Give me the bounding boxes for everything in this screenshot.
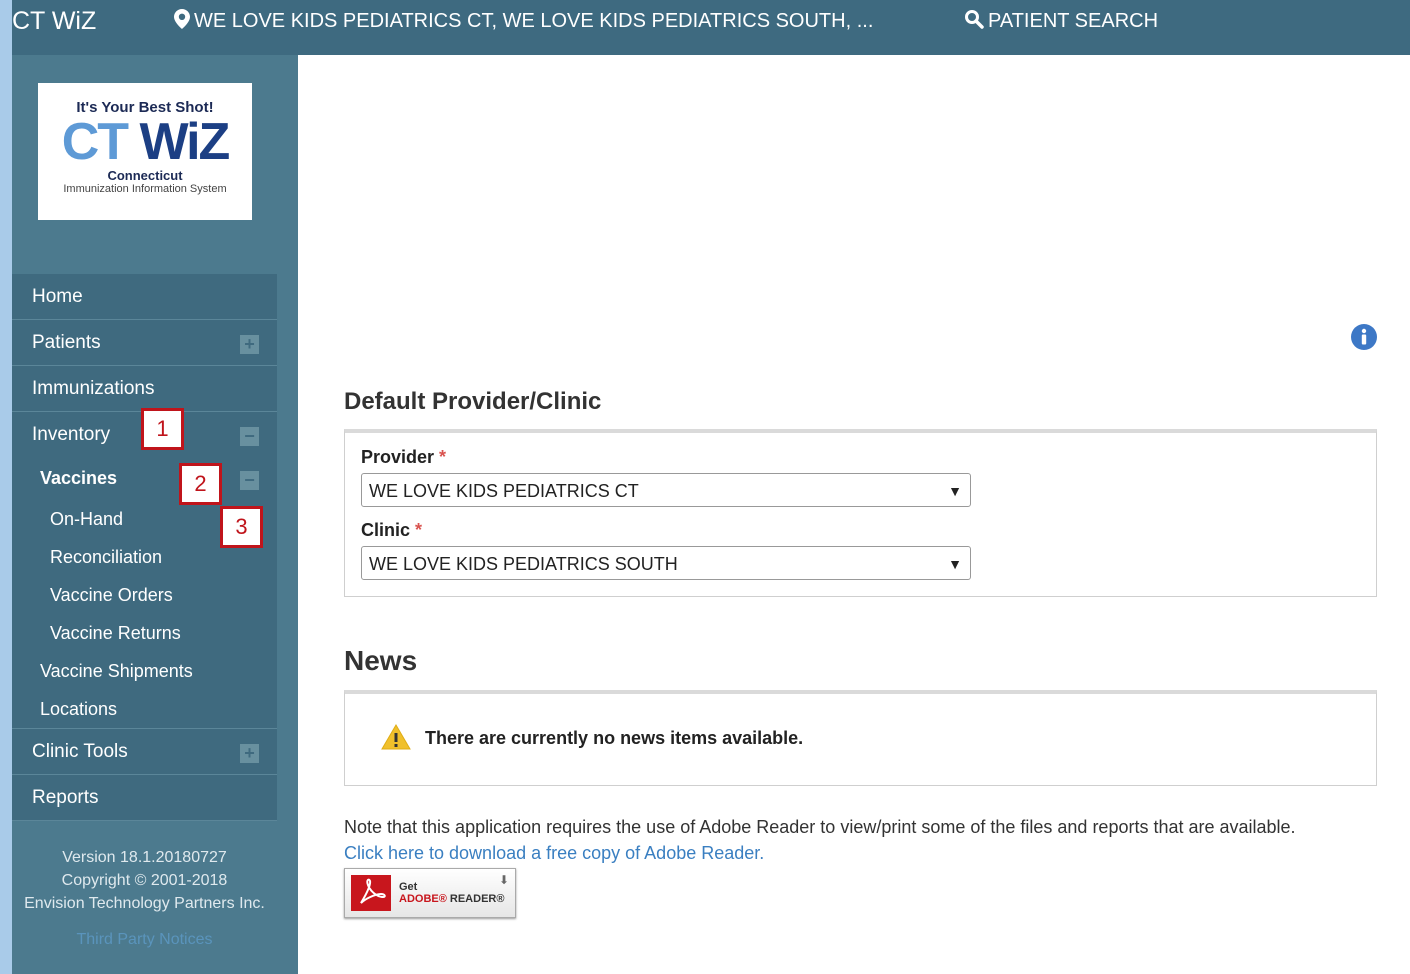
location-text: WE LOVE KIDS PEDIATRICS CT, WE LOVE KIDS… [194,10,874,32]
sidebar-item-label: Vaccine Shipments [40,661,193,681]
location-selector[interactable]: WE LOVE KIDS PEDIATRICS CT, WE LOVE KIDS… [174,9,873,33]
copyright-text: Copyright © 2001-2018 [61,872,228,889]
plus-icon[interactable]: + [240,744,259,763]
company-text: Envision Technology Partners Inc. [24,895,265,912]
sidebar-item-label: Reports [32,787,99,808]
default-provider-panel: Provider * WE LOVE KIDS PEDIATRICS CT ▼ C… [344,429,1377,597]
sidebar-item-vaccines[interactable]: Vaccines − [12,458,277,500]
clinic-label: Clinic * [361,520,423,540]
sidebar-footer: Version 18.1.20180727 Copyright © 2001-2… [12,846,277,951]
pdf-icon [351,875,391,911]
news-heading: News [344,645,418,676]
provider-label: Provider * [361,447,447,467]
logo-wordmark: CT WiZ [61,113,231,171]
adobe-download-link[interactable]: Click here to download a free copy of Ad… [344,843,764,864]
callout-3: 3 [220,506,263,548]
page: CT WiZ WE LOVE KIDS PEDIATRICS CT, WE LO… [12,0,1410,974]
map-marker-icon [174,9,194,32]
sidebar-item-label: Immunizations [32,378,155,399]
sidebar-item-home[interactable]: Home [12,274,277,320]
sidebar-item-patients[interactable]: Patients + [12,320,277,366]
news-message: There are currently no news items availa… [381,724,803,750]
version-text: Version 18.1.20180727 [62,849,227,866]
callout-2: 2 [179,463,222,505]
news-panel: There are currently no news items availa… [344,690,1377,786]
provider-select[interactable]: WE LOVE KIDS PEDIATRICS CT ▼ [361,473,971,507]
minus-icon[interactable]: − [240,471,259,490]
clinic-select[interactable]: WE LOVE KIDS PEDIATRICS SOUTH ▼ [361,546,971,580]
brand-title[interactable]: CT WiZ [12,7,96,36]
logo-subtitle: Immunization Information System [63,183,227,195]
third-party-notices-link[interactable]: Third Party Notices [12,928,277,951]
adobe-reader-text: ADOBE® READER® [399,893,505,905]
sidebar-item-label: Patients [32,332,101,353]
patient-search-link[interactable]: PATIENT SEARCH [964,9,1158,33]
adobe-note: Note that this application requires the … [344,817,1296,837]
plus-icon[interactable]: + [240,335,259,354]
minus-icon[interactable]: − [240,427,259,446]
default-provider-heading: Default Provider/Clinic [344,388,602,415]
dropdown-arrow-icon: ▼ [948,483,962,499]
provider-select-value: WE LOVE KIDS PEDIATRICS CT [369,481,639,501]
sidebar-item-clinic-tools[interactable]: Clinic Tools + [12,729,277,775]
warning-icon [381,724,425,750]
sidebar-item-locations[interactable]: Locations [12,690,277,729]
patient-search-label: PATIENT SEARCH [988,10,1159,32]
sidebar-item-label: Clinic Tools [32,741,128,762]
sidebar-item-vaccine-orders[interactable]: Vaccine Orders [12,576,277,614]
sidebar-item-vaccine-returns[interactable]: Vaccine Returns [12,614,277,652]
sidebar-item-label: Inventory [32,424,111,445]
sidebar-item-label: Vaccines [40,468,118,488]
sidebar-item-label: Home [32,286,83,307]
info-icon[interactable] [1350,323,1378,356]
sidebar-item-vaccine-shipments[interactable]: Vaccine Shipments [12,652,277,690]
sidebar-item-label: Vaccine Returns [50,623,181,643]
news-message-text: There are currently no news items availa… [425,728,804,748]
sidebar-item-label: Vaccine Orders [50,585,173,605]
dropdown-arrow-icon: ▼ [948,556,962,572]
ct-wiz-logo: It's Your Best Shot! CT WiZ Connecticut … [38,83,252,220]
top-navbar: CT WiZ WE LOVE KIDS PEDIATRICS CT, WE LO… [12,0,1410,55]
sidebar-item-label: Locations [40,699,118,719]
sidebar-item-immunizations[interactable]: Immunizations [12,366,277,412]
sidebar: It's Your Best Shot! CT WiZ Connecticut … [12,55,298,974]
inventory-submenu: Vaccines − On-Hand Reconciliation Vaccine… [12,458,277,729]
get-text: Get [399,881,418,893]
download-icon: ⬇ [498,873,509,887]
sidebar-item-label: Reconciliation [50,547,163,567]
search-icon [964,10,988,32]
callout-1: 1 [141,408,184,450]
sidebar-item-reports[interactable]: Reports [12,775,277,821]
sidebar-item-label: On-Hand [50,509,124,529]
main-content: Default Provider/Clinic Provider * WE LO… [298,55,1410,974]
get-adobe-reader-button[interactable]: Get ADOBE® READER® ⬇ [344,868,516,918]
clinic-select-value: WE LOVE KIDS PEDIATRICS SOUTH [369,554,678,574]
